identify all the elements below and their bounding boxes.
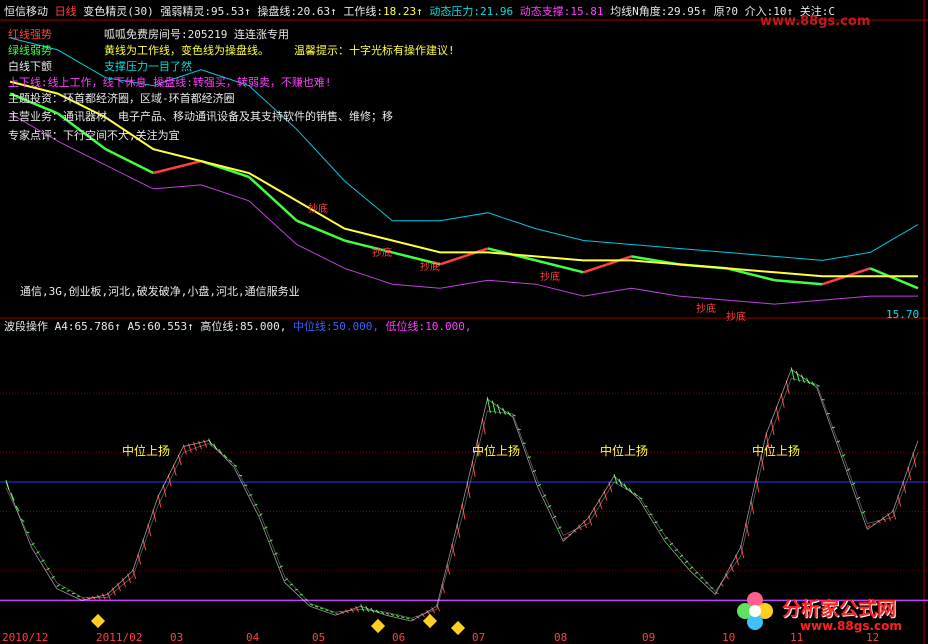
band-hatch (56, 584, 60, 587)
control-line-segment (583, 255, 632, 274)
buy-mark: 抄底 (308, 204, 328, 215)
support-label: 动态支撑: (519, 5, 571, 18)
footer-url: www.88gs.com (800, 619, 902, 633)
footer-brand: 分析家公式网 (782, 598, 897, 620)
low-label: 低位线: (385, 320, 426, 333)
signal-label: 中位上扬 (752, 444, 801, 458)
buy-mark: 抄底 (420, 262, 440, 273)
buy-mark: 抄底 (540, 272, 560, 283)
control-line-segment (774, 279, 823, 286)
band-hatch (81, 597, 86, 600)
a4-value: 65.786↑ (74, 320, 121, 333)
band-hatch (401, 616, 405, 619)
strength-label: 强弱精灵: (160, 5, 211, 18)
a5-value: 60.553↑ (147, 320, 194, 333)
hotline-suffix: 连连涨专用 (234, 28, 289, 41)
sell-value: 0 (731, 5, 738, 18)
legend-red: 红线强势 (8, 28, 52, 41)
stock-name: 恒信移动 (4, 5, 48, 18)
diamond-marker (370, 618, 386, 634)
signal-label: 中位上扬 (472, 444, 521, 458)
hotline-label: 呱呱免费房间号: (104, 28, 188, 41)
buy-mark: 抄底 (372, 248, 392, 259)
tip-note: 温馨提示：十字光标有操作建议! (294, 44, 455, 57)
legend-white: 白线下颤 (8, 60, 52, 73)
a5-label: A5: (127, 320, 148, 333)
lower-header: 波段操作 A4:65.786↑ A5:60.553↑ 高位线:85.000, 中… (4, 320, 472, 333)
price-label: 15.70 (886, 308, 920, 321)
date-tick: 09 (642, 631, 656, 644)
work-value: 18.23↑ (383, 5, 423, 18)
date-tick: 2010/12 (2, 631, 49, 644)
control-value: 20.63↑ (297, 5, 337, 18)
band-hatch (395, 615, 400, 618)
band-hatch (360, 604, 365, 612)
watermark-top: www.88gs.com (760, 14, 871, 29)
pressure-value: 21.96 (480, 5, 514, 18)
work-label: 工作线: (343, 5, 383, 18)
business-note: 主营业务：通讯器材、电子产品、移动通讯设备及其支持软件的销售、维修；移 (8, 110, 393, 123)
date-tick: 2011/02 (96, 631, 143, 644)
angle-label: 均线N角度: (610, 5, 668, 18)
signal-label: 中位上扬 (600, 444, 649, 458)
band-hatch (66, 590, 70, 592)
band-hatch (101, 593, 106, 600)
legend-green: 绿线弱势 (8, 44, 52, 57)
series-line-A4 (5, 368, 919, 622)
support-note: 支撑压力一目了然 (104, 60, 192, 73)
band-hatch (61, 587, 65, 590)
comment-note: 专家点评：下行空间不大,关注为宜 (8, 129, 180, 142)
date-tick: 07 (472, 631, 486, 644)
concepts-note: 通信,3G,创业板,河北,破发破净,小盘,河北,通信服务业 (20, 285, 300, 298)
band-hatch (406, 617, 410, 620)
date-tick: 05 (312, 631, 326, 644)
control-line-segment (248, 176, 298, 222)
support-value: 15.81 (570, 5, 604, 18)
high-value: 85.000, (239, 320, 287, 333)
low-value: 10.000, (425, 320, 472, 333)
brand-logo-icon (734, 590, 776, 632)
signal-label: 中位上扬 (122, 444, 171, 458)
band-hatch (390, 613, 395, 616)
date-tick: 04 (246, 631, 260, 644)
control-line-segment (869, 267, 919, 290)
control-line-segment (105, 148, 154, 175)
sell-label: 原? (713, 5, 732, 18)
mid-label: 中位线: (292, 320, 333, 333)
lower-title: 波段操作 (4, 320, 48, 333)
hotline: 呱呱免费房间号:205219 连连涨专用 (104, 28, 289, 41)
band-hatch (867, 525, 871, 528)
theme-note: 主题投资：环首都经济圈，区域-环首都经济圈 (8, 92, 235, 105)
indicator-name: 变色精灵(30) (83, 5, 154, 18)
hotline-value: 205219 (187, 28, 228, 41)
mid-value: 50.000, (332, 320, 379, 333)
diamond-marker (450, 620, 466, 636)
date-tick: 10 (722, 631, 736, 644)
series-line-动态支撑 (9, 112, 918, 305)
rule-note: 上下线:线上工作，线下休息 操盘线:转强买，转弱卖，不赚也难! (8, 76, 332, 89)
control-line-segment (439, 247, 489, 266)
date-tick: 03 (170, 631, 184, 644)
buy-mark: 抄底 (696, 304, 716, 315)
date-tick: 08 (554, 631, 568, 644)
control-label: 操盘线: (257, 5, 297, 18)
period-label: 日线 (54, 5, 77, 18)
band-hatch (385, 612, 390, 615)
control-line-segment (153, 159, 202, 175)
series-line-A5 (5, 377, 919, 619)
strength-value: 95.53↑ (211, 5, 251, 18)
yellow-note: 黄线为工作线，变色线为操盘线。 (104, 44, 269, 57)
pressure-label: 动态压力: (429, 5, 480, 18)
high-label: 高位线: (200, 320, 240, 333)
a4-label: A4: (54, 320, 75, 333)
header-bar: 恒信移动 日线 变色精灵(30) 强弱精灵:95.53↑ 操盘线:20.63↑ … (4, 5, 835, 18)
diamond-marker (90, 613, 106, 629)
diamond-marker (422, 613, 438, 629)
angle-value: 29.95↑ (667, 5, 708, 18)
date-tick: 06 (392, 631, 406, 644)
buy-mark: 抄底 (726, 312, 746, 323)
